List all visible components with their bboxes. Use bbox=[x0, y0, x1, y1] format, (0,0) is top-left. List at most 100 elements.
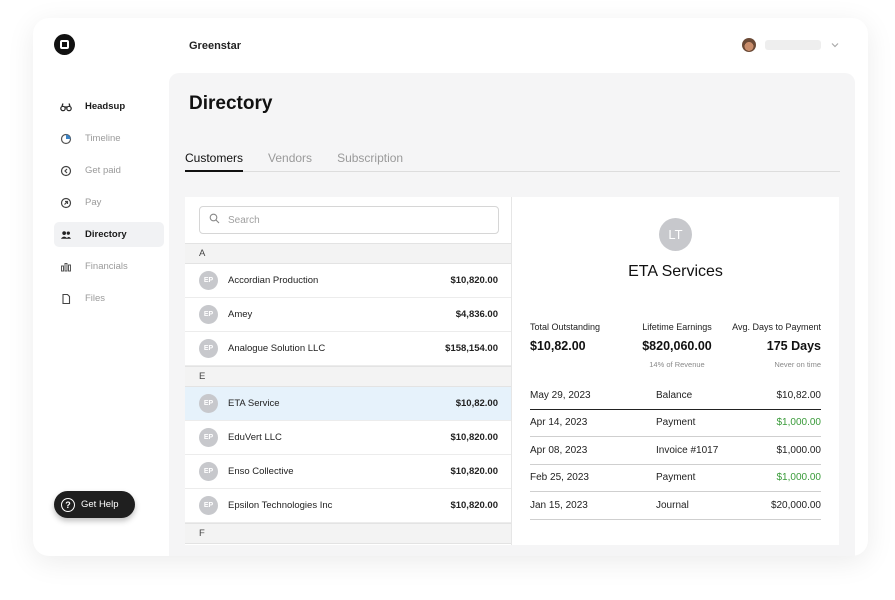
avatar: EP bbox=[199, 339, 218, 358]
tx-date: Feb 25, 2023 bbox=[530, 472, 589, 484]
table-row[interactable]: Feb 25, 2023 Payment $1,000.00 bbox=[530, 465, 822, 492]
tx-amount: $20,000.00 bbox=[770, 499, 821, 511]
customer-name: ETA Service bbox=[228, 398, 280, 409]
sidebar-item-financials[interactable]: Financials bbox=[54, 254, 164, 279]
sidebar: Headsup Timeline Get paid Pay Directory bbox=[54, 94, 164, 318]
customer-name: EduVert LLC bbox=[228, 432, 282, 443]
stat-sub: Never on time bbox=[774, 360, 821, 369]
chevron-down-icon[interactable] bbox=[830, 40, 840, 50]
list-item[interactable]: EP EduVert LLC $10,820.00 bbox=[185, 421, 511, 455]
group-header: F bbox=[185, 523, 511, 544]
customer-name: Amey bbox=[228, 309, 253, 320]
tx-date: Apr 08, 2023 bbox=[530, 444, 588, 456]
tab-customers[interactable]: Customers bbox=[185, 151, 244, 172]
user-name-placeholder bbox=[765, 40, 821, 50]
table-row[interactable]: Apr 14, 2023 Payment $1,000.00 bbox=[530, 410, 822, 437]
avatar: EP bbox=[199, 394, 218, 413]
stat-lifetime-earnings: Lifetime Earnings $820,060.00 14% of Rev… bbox=[609, 322, 745, 369]
sidebar-item-headsup[interactable]: Headsup bbox=[54, 94, 164, 119]
binoculars-icon bbox=[60, 101, 72, 113]
customer-detail-panel: LT ETA Services Total Outstanding $10,82… bbox=[512, 197, 839, 545]
get-help-button[interactable]: ? Get Help bbox=[54, 491, 135, 518]
sidebar-item-pay[interactable]: Pay bbox=[54, 190, 164, 215]
stat-label: Avg. Days to Payment bbox=[732, 322, 821, 332]
tx-amount: $1,000.00 bbox=[776, 444, 822, 456]
pie-chart-icon bbox=[60, 133, 72, 145]
table-row[interactable]: Jan 15, 2023 Journal $20,000.00 bbox=[530, 492, 821, 520]
user-menu[interactable] bbox=[742, 38, 840, 52]
customer-name: Accordian Production bbox=[228, 275, 319, 286]
list-item-selected[interactable]: EP ETA Service $10,82.00 bbox=[185, 387, 511, 421]
tx-type: Payment bbox=[656, 417, 696, 429]
list-item[interactable]: EP Analogue Solution LLC $158,154.00 bbox=[185, 332, 511, 366]
stat-value: $10,82.00 bbox=[530, 339, 586, 353]
customer-name: Analogue Solution LLC bbox=[228, 343, 326, 354]
app-logo[interactable] bbox=[54, 34, 75, 55]
main-panel: Directory Customers Vendors Subscription… bbox=[169, 73, 855, 556]
sidebar-item-label: Timeline bbox=[85, 133, 121, 144]
search-icon bbox=[209, 213, 220, 227]
list-item[interactable]: EP Enso Collective $10,820.00 bbox=[185, 455, 511, 489]
stat-label: Total Outstanding bbox=[530, 322, 601, 332]
avatar: EP bbox=[199, 428, 218, 447]
tx-date: May 29, 2023 bbox=[530, 389, 591, 401]
avatar: LT bbox=[659, 218, 692, 251]
table-row[interactable]: May 29, 2023 Balance $10,82.00 bbox=[530, 382, 821, 410]
tx-date: Apr 14, 2023 bbox=[530, 417, 588, 429]
customer-amount: $10,820.00 bbox=[450, 275, 498, 286]
sidebar-item-label: Headsup bbox=[85, 101, 126, 112]
stat-avg-days: Avg. Days to Payment 175 Days Never on t… bbox=[732, 322, 821, 369]
list-item[interactable]: EP Amey $4,836.00 bbox=[185, 298, 511, 332]
list-item[interactable]: EP Epsilon Technologies Inc $10,820.00 bbox=[185, 489, 511, 523]
arrow-in-circle-icon bbox=[60, 165, 72, 177]
customer-list: A EP Accordian Production $10,820.00 EP … bbox=[185, 243, 511, 544]
avatar: EP bbox=[199, 496, 218, 515]
sidebar-item-label: Files bbox=[85, 293, 106, 304]
sidebar-item-label: Pay bbox=[85, 197, 102, 208]
avatar: EP bbox=[199, 271, 218, 290]
bar-chart-icon bbox=[60, 261, 72, 273]
tx-type: Balance bbox=[656, 389, 693, 401]
stat-value: $820,060.00 bbox=[642, 339, 712, 353]
customer-amount: $158,154.00 bbox=[445, 343, 498, 354]
sidebar-item-files[interactable]: Files bbox=[54, 286, 164, 311]
tx-amount: $1,000.00 bbox=[776, 472, 822, 484]
avatar[interactable] bbox=[742, 38, 756, 52]
tab-subscription[interactable]: Subscription bbox=[337, 151, 403, 172]
tx-type: Journal bbox=[656, 499, 689, 511]
customer-name: Epsilon Technologies Inc bbox=[228, 500, 333, 511]
app-window: Greenstar Headsup Timeline Get paid Pay … bbox=[33, 18, 868, 556]
search-input[interactable] bbox=[228, 214, 478, 226]
stat-label: Lifetime Earnings bbox=[642, 322, 712, 332]
table-row[interactable]: Apr 08, 2023 Invoice #1017 $1,000.00 bbox=[530, 437, 821, 465]
question-icon: ? bbox=[61, 497, 75, 512]
search-box[interactable] bbox=[199, 206, 499, 234]
page-title: Directory bbox=[189, 93, 273, 114]
list-item[interactable]: EP Accordian Production $10,820.00 bbox=[185, 264, 511, 298]
customer-amount: $10,820.00 bbox=[450, 500, 498, 511]
stat-total-outstanding: Total Outstanding $10,82.00 bbox=[530, 322, 600, 353]
tx-amount: $10,82.00 bbox=[776, 389, 822, 401]
stat-sub: 14% of Revenue bbox=[649, 360, 705, 369]
arrow-out-circle-icon bbox=[60, 197, 72, 209]
group-header: E bbox=[185, 366, 511, 387]
customer-amount: $10,820.00 bbox=[450, 432, 498, 443]
tx-amount: $1,000.00 bbox=[776, 417, 822, 429]
customer-amount: $10,820.00 bbox=[450, 466, 498, 477]
sidebar-item-get-paid[interactable]: Get paid bbox=[54, 158, 164, 183]
tx-date: Jan 15, 2023 bbox=[530, 499, 588, 511]
file-icon bbox=[60, 293, 72, 305]
customer-amount: $4,836.00 bbox=[455, 309, 498, 320]
sidebar-item-label: Get paid bbox=[85, 165, 121, 176]
sidebar-item-label: Directory bbox=[85, 229, 127, 240]
customer-name: Enso Collective bbox=[228, 466, 294, 477]
avatar: EP bbox=[199, 462, 218, 481]
get-help-label: Get Help bbox=[81, 499, 119, 510]
avatar: EP bbox=[199, 305, 218, 324]
sidebar-item-directory[interactable]: Directory bbox=[54, 222, 164, 247]
sidebar-item-label: Financials bbox=[85, 261, 128, 272]
tx-type: Payment bbox=[656, 472, 696, 484]
sidebar-item-timeline[interactable]: Timeline bbox=[54, 126, 164, 151]
tab-vendors[interactable]: Vendors bbox=[268, 151, 312, 172]
stat-value: 175 Days bbox=[766, 339, 821, 353]
